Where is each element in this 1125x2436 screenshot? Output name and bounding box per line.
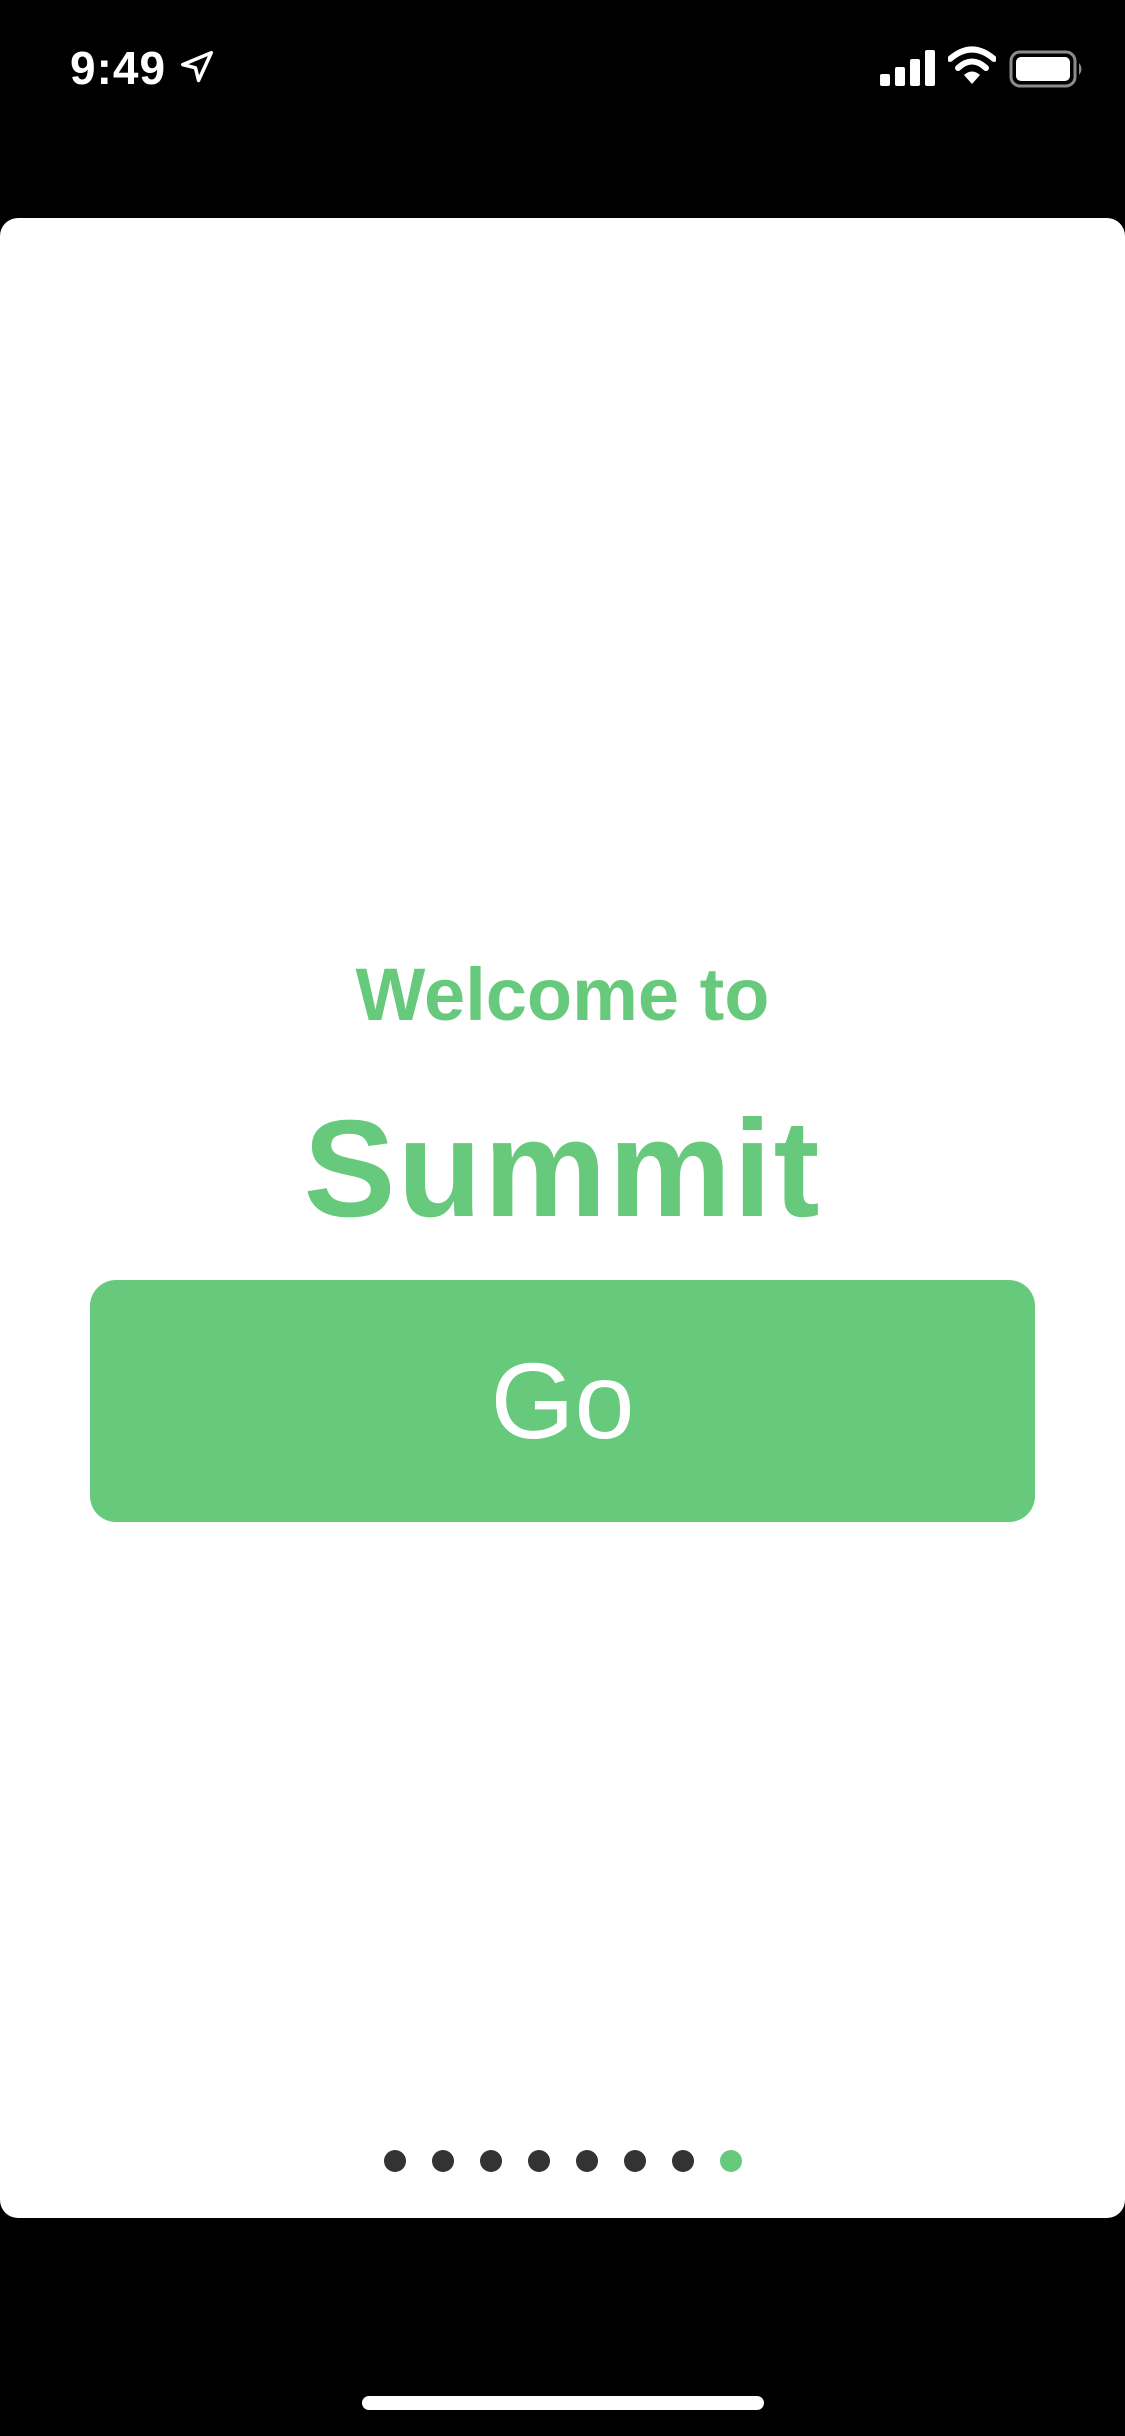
home-indicator[interactable] (362, 2396, 764, 2410)
page-dot[interactable] (575, 2150, 598, 2172)
page-dot[interactable] (383, 2150, 406, 2172)
page-dot[interactable] (527, 2150, 550, 2172)
page-dot[interactable] (671, 2150, 694, 2172)
app-name-title: Summit (303, 1092, 822, 1246)
page-dot-active[interactable] (719, 2150, 742, 2172)
location-arrow-icon (181, 51, 213, 83)
status-bar: 9:49 (0, 0, 1125, 140)
page-dot[interactable] (479, 2150, 502, 2172)
page-dot[interactable] (623, 2150, 646, 2172)
go-button[interactable]: Go (90, 1280, 1035, 1522)
cellular-signal-icon (880, 50, 935, 86)
welcome-heading: Welcome to (355, 953, 770, 1036)
wifi-icon (948, 46, 996, 84)
page-dot[interactable] (431, 2150, 454, 2172)
status-time: 9:49 (70, 42, 167, 94)
page-indicator[interactable] (0, 2150, 1125, 2180)
onboarding-card: Welcome to Summit Go (0, 218, 1125, 2218)
battery-icon (1009, 50, 1082, 88)
